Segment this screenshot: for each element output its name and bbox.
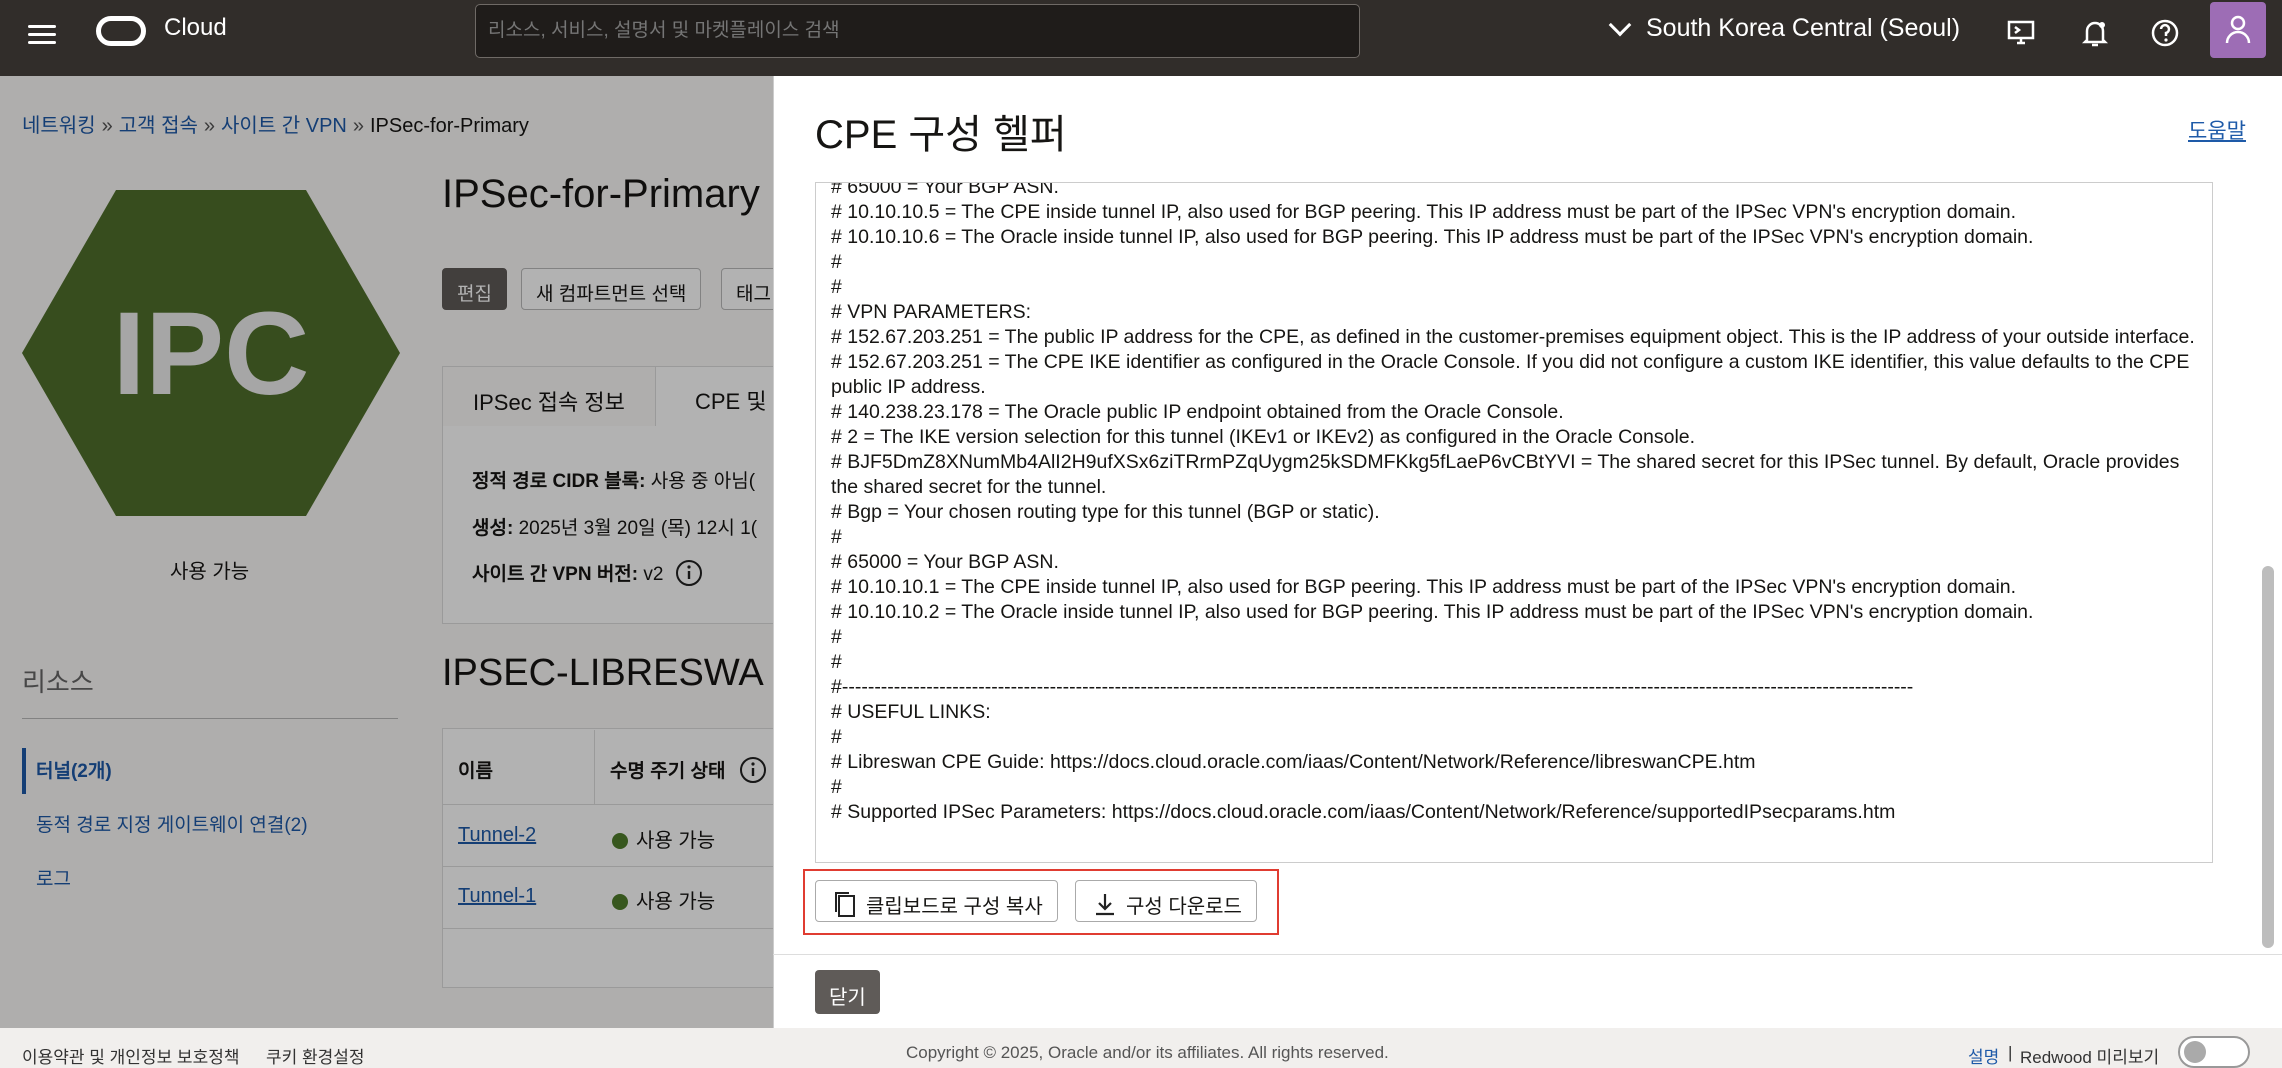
download-icon bbox=[1096, 894, 1114, 916]
user-avatar[interactable] bbox=[2210, 2, 2266, 58]
hamburger-menu-icon[interactable] bbox=[26, 20, 58, 52]
user-profile-icon bbox=[2225, 15, 2251, 44]
help-icon[interactable] bbox=[2148, 16, 2182, 50]
notifications-bell-icon[interactable] bbox=[2078, 16, 2112, 50]
oracle-logo-icon[interactable] bbox=[96, 16, 146, 46]
copy-config-button[interactable]: 클립보드로 구성 복사 bbox=[815, 880, 1058, 922]
copyright-text: Copyright © 2025, Oracle and/or its affi… bbox=[906, 1043, 1389, 1062]
redwood-preview-label: Redwood 미리보기 bbox=[2020, 1048, 2160, 1067]
drawer-footer-divider bbox=[773, 954, 2282, 955]
app-name[interactable]: Cloud bbox=[164, 14, 227, 42]
region-label: South Korea Central (Seoul) bbox=[1646, 14, 1961, 42]
cookie-settings-link[interactable]: 쿠키 환경설정 bbox=[266, 1043, 365, 1068]
docs-link[interactable]: 설명 bbox=[1968, 1043, 1999, 1068]
config-text: # 65000 = Your BGP ASN. # 10.10.10.5 = T… bbox=[831, 182, 2195, 823]
close-button[interactable]: 닫기 bbox=[815, 970, 880, 1014]
region-selector[interactable]: South Korea Central (Seoul) bbox=[1608, 13, 1961, 43]
config-text-area[interactable]: # 65000 = Your BGP ASN. # 10.10.10.5 = T… bbox=[815, 182, 2213, 863]
download-config-button[interactable]: 구성 다운로드 bbox=[1075, 880, 1257, 922]
top-navigation-bar: Cloud South Korea Central (Seoul) bbox=[0, 0, 2282, 76]
copy-icon bbox=[835, 892, 855, 917]
modal-backdrop[interactable] bbox=[0, 76, 773, 1028]
search-input[interactable] bbox=[475, 4, 1360, 58]
footer-divider: | bbox=[2008, 1043, 2013, 1062]
page-footer: 이용약관 및 개인정보 보호정책 쿠키 환경설정 Copyright © 202… bbox=[0, 1028, 2282, 1068]
cloud-shell-icon[interactable] bbox=[2004, 16, 2038, 50]
drawer-title: CPE 구성 헬퍼 bbox=[815, 113, 1067, 157]
toggle-knob bbox=[2184, 1041, 2206, 1063]
terms-link[interactable]: 이용약관 및 개인정보 보호정책 bbox=[22, 1043, 240, 1068]
redwood-preview-toggle[interactable] bbox=[2178, 1036, 2250, 1068]
help-link[interactable]: 도움말 bbox=[2188, 115, 2246, 145]
scrollbar[interactable] bbox=[2262, 566, 2274, 948]
chevron-down-icon bbox=[1608, 13, 1632, 36]
